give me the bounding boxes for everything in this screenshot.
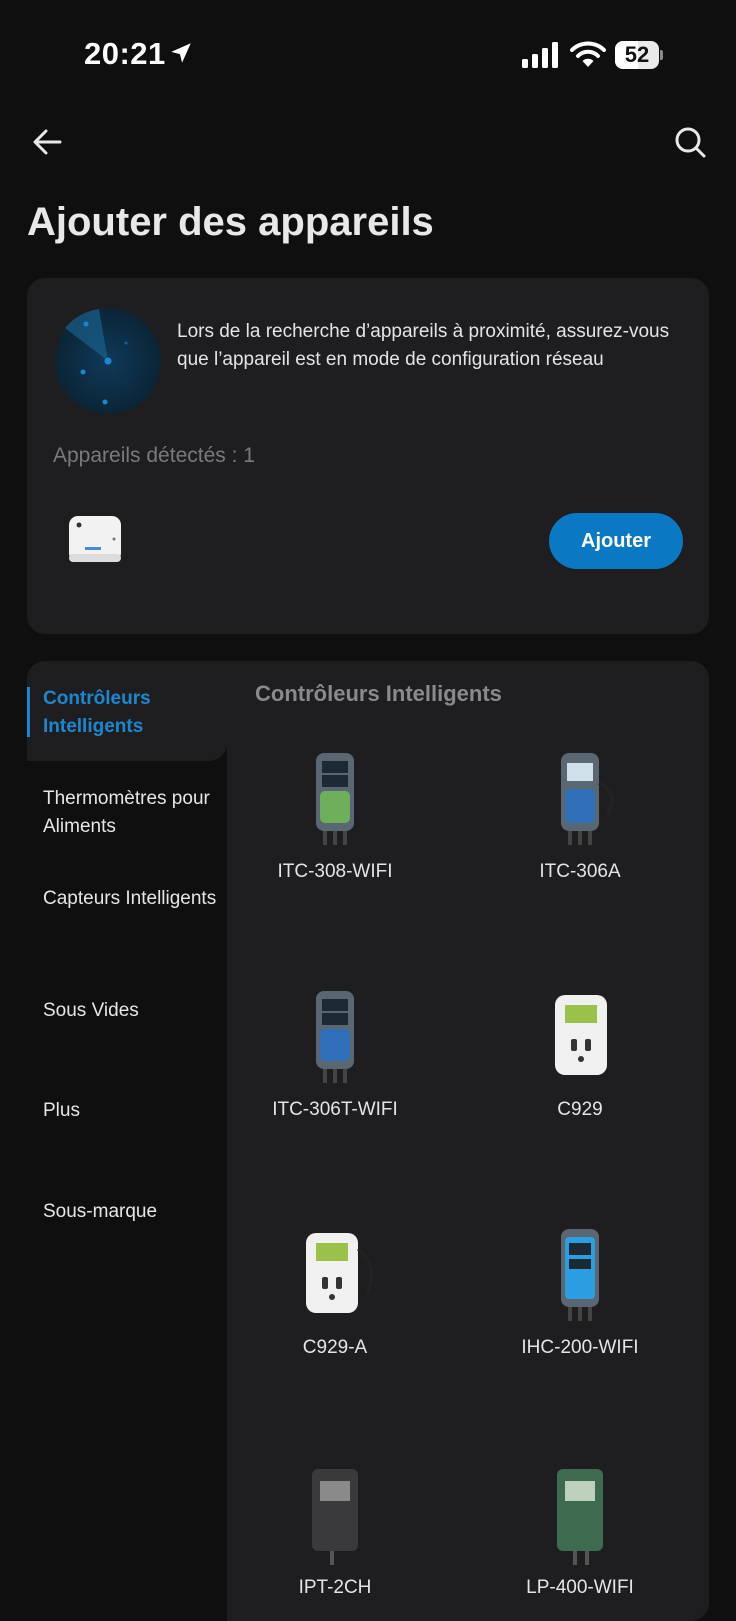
c929-a-image <box>306 1233 373 1313</box>
itc-308-wifi-image <box>316 753 354 845</box>
product-ipt-2ch[interactable]: IPT-2CH <box>220 1459 450 1599</box>
product-name: C929-A <box>302 1337 368 1358</box>
product-itc-308-wifi[interactable]: ITC-308-WIFI <box>220 743 450 883</box>
detected-devices-count: Appareils détectés : 1 <box>53 444 255 467</box>
itc-306a-image <box>561 753 614 845</box>
add-device-button[interactable]: Ajouter <box>549 513 683 569</box>
device-catalog: Contrôleurs Intelligents Thermomètres po… <box>27 661 709 1621</box>
radar-icon <box>55 308 161 414</box>
search-icon[interactable] <box>670 122 710 162</box>
page-title: Ajouter des appareils <box>27 200 434 244</box>
sidebar-item-more[interactable]: Plus <box>27 1097 227 1125</box>
battery-icon: 52 <box>615 41 663 69</box>
wifi-icon <box>570 41 606 67</box>
sidebar-item-smart-controllers[interactable]: Contrôleurs Intelligents <box>27 661 227 761</box>
sidebar-item-sous-vides[interactable]: Sous Vides <box>27 997 227 1025</box>
sidebar-item-sub-brand[interactable]: Sous-marque <box>27 1198 227 1226</box>
section-title: Contrôleurs Intelligents <box>255 681 502 706</box>
status-time: 20:21 <box>84 36 166 71</box>
product-name: IHC-200-WIFI <box>521 1337 639 1358</box>
product-name: ITC-308-WIFI <box>277 861 393 882</box>
product-name: C929 <box>557 1099 603 1120</box>
ipt-2ch-image <box>312 1469 358 1565</box>
sidebar-item-label: Plus <box>43 1100 80 1121</box>
category-sidebar: Contrôleurs Intelligents Thermomètres po… <box>27 661 227 1621</box>
lp-400-wifi-image <box>557 1469 603 1565</box>
c929-image <box>555 995 607 1075</box>
itc-306t-wifi-image <box>316 991 354 1083</box>
product-c929[interactable]: C929 <box>465 981 695 1121</box>
location-arrow-icon <box>171 43 191 63</box>
signal-icon <box>522 42 558 68</box>
sidebar-item-label: Sous Vides <box>43 1000 139 1021</box>
product-ihc-200-wifi[interactable]: IHC-200-WIFI <box>465 1219 695 1359</box>
sidebar-item-label: Thermomètres pour Aliments <box>43 788 210 837</box>
product-name: ITC-306A <box>539 861 621 882</box>
battery-percentage: 52 <box>624 42 650 67</box>
product-lp-400-wifi[interactable]: LP-400-WIFI <box>465 1459 695 1599</box>
sidebar-item-food-thermometers[interactable]: Thermomètres pour Aliments <box>27 785 227 841</box>
product-name: ITC-306T-WIFI <box>272 1099 398 1120</box>
product-name: LP-400-WIFI <box>526 1577 634 1598</box>
product-name: IPT-2CH <box>298 1577 372 1598</box>
status-bar: 20:21 52 <box>0 0 736 100</box>
ihc-200-wifi-image <box>561 1229 599 1321</box>
sidebar-item-label: Contrôleurs Intelligents <box>43 688 151 737</box>
detected-device-image[interactable] <box>67 514 123 564</box>
sidebar-item-smart-sensors[interactable]: Capteurs Intelligents <box>27 885 227 913</box>
product-itc-306a[interactable]: ITC-306A <box>465 743 695 883</box>
sidebar-item-label: Sous-marque <box>43 1201 158 1222</box>
sidebar-item-label: Capteurs Intelligents <box>43 888 217 909</box>
back-arrow-icon[interactable] <box>28 122 68 162</box>
product-c929-a[interactable]: C929-A <box>220 1219 450 1359</box>
scan-instructions: Lors de la recherche d’appareils à proxi… <box>177 321 670 370</box>
product-itc-306t-wifi[interactable]: ITC-306T-WIFI <box>220 981 450 1121</box>
device-scan-card: Lors de la recherche d’appareils à proxi… <box>27 278 709 634</box>
